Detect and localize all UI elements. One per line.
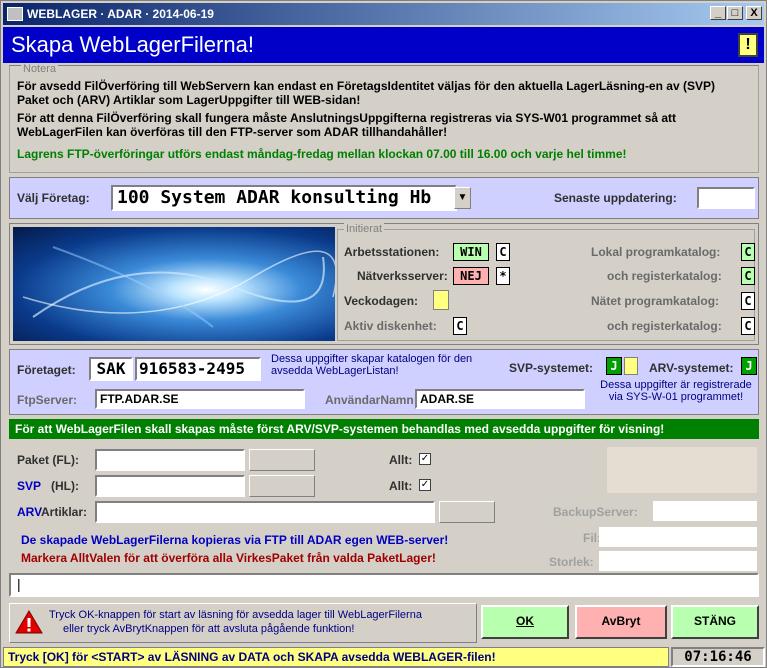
paket-aux-field: [249, 449, 315, 471]
window-title: WEBLAGER · ADAR · 2014-06-19: [27, 7, 214, 21]
paket-label: Paket (FL):: [17, 453, 80, 467]
swirl-graphic: [22, 246, 338, 328]
artiklar-label: Artiklar:: [41, 505, 88, 519]
alert-icon[interactable]: !: [738, 33, 758, 57]
company-orgnr: 916583-2495: [135, 357, 261, 381]
storlek-label: Storlek:: [549, 555, 594, 569]
notera-legend: Notera: [21, 63, 59, 75]
arv-system-value: J: [741, 357, 757, 375]
ok-button[interactable]: OK: [481, 605, 569, 639]
nat-reg-value: C: [741, 317, 755, 335]
info-blue: De skapade WebLagerFilerna kopieras via …: [21, 533, 449, 547]
stang-button[interactable]: STÄNG: [671, 605, 759, 639]
arv-label: ARV: [17, 505, 43, 519]
company-code: SAK: [89, 357, 133, 381]
natverk-value: NEJ: [453, 267, 489, 285]
close-button[interactable]: X: [746, 6, 762, 20]
requirement-banner: För att WebLagerFilen skall skapas måste…: [9, 419, 759, 439]
aktiv-label: Aktiv diskenhet:: [344, 319, 437, 333]
svp-system-value: J: [606, 357, 622, 375]
svp-system-label: SVP-systemet:: [509, 361, 594, 375]
warning-icon: [15, 610, 43, 634]
foretaget-label: Företaget:: [17, 363, 76, 377]
lokal-prog-label: Lokal programkatalog:: [591, 245, 721, 259]
initierat-legend: Initierat: [344, 223, 385, 235]
progress-field: |: [9, 573, 759, 597]
last-update-field: [697, 187, 755, 209]
status-text: Tryck [OK] för <START> av LÄSNING av DAT…: [3, 647, 669, 667]
last-update-label: Senaste uppdatering:: [554, 191, 677, 205]
avbryt-button[interactable]: AvBryt: [575, 605, 667, 639]
backup-label: BackupServer:: [553, 505, 638, 519]
info-red: Markera AlltValen för att överföra alla …: [21, 551, 436, 565]
svp-system-flag: [624, 357, 638, 375]
paket-allt-checkbox[interactable]: ✓: [419, 453, 431, 465]
preview-box: [607, 447, 757, 493]
lokal-prog-value: C: [741, 243, 755, 261]
veckodag-field: [433, 290, 449, 310]
svp-label: SVP: [17, 479, 42, 493]
maximize-button[interactable]: □: [727, 6, 743, 20]
aktiv-value: C: [453, 317, 467, 335]
natverk-label: Nätverksserver:: [357, 269, 448, 283]
hl-label: (HL):: [51, 479, 79, 493]
arbetsstation-value: WIN: [453, 243, 489, 261]
nat-prog-label: Nätet programkatalog:: [591, 294, 720, 308]
company-select[interactable]: 100 System ADAR konsulting Hb: [111, 185, 457, 211]
storlek-field: [599, 551, 757, 571]
minimize-button[interactable]: _: [710, 6, 726, 20]
artiklar-aux-field: [439, 501, 495, 523]
user-label: AnvändarNamn:: [325, 393, 418, 407]
company-label: Välj Företag:: [17, 191, 90, 205]
veckodag-label: Veckodagen:: [344, 294, 419, 308]
paket-allt-label: Allt:: [389, 453, 413, 467]
arbetsstation-label: Arbetsstationen:: [344, 245, 440, 259]
catalog-note: Dessa uppgifter skapar katalogen för den…: [271, 353, 473, 377]
page-header: Skapa WebLagerFilerna! !: [3, 27, 764, 63]
main-window: WEBLAGER · ADAR · 2014-06-19 _ □ X Skapa…: [0, 0, 767, 668]
svp-allt-label: Allt:: [389, 479, 413, 493]
svp-allt-checkbox[interactable]: ✓: [419, 479, 431, 491]
arbetsstation-drive: C: [496, 243, 510, 261]
ftp-field: FTP.ADAR.SE: [95, 389, 305, 409]
svp-field[interactable]: [95, 475, 245, 497]
lokal-reg-label: och registerkatalog:: [607, 269, 722, 283]
artiklar-field[interactable]: [95, 501, 435, 523]
page-title: Skapa WebLagerFilerna!: [11, 32, 254, 57]
note-line-3: Lagrens FTP-överföringar utförs endast m…: [17, 147, 627, 161]
natverk-drive: *: [496, 267, 510, 285]
registered-note: Dessa uppgifter är registrerade via SYS-…: [600, 379, 752, 403]
warning-line-1: Tryck OK-knappen för start av läsning fö…: [49, 609, 422, 621]
user-field: ADAR.SE: [415, 389, 585, 409]
paket-field[interactable]: [95, 449, 245, 471]
app-icon: [7, 7, 23, 21]
lokal-reg-value: C: [741, 267, 755, 285]
ftp-label: FtpServer:: [17, 393, 78, 407]
nat-reg-label: och registerkatalog:: [607, 319, 722, 333]
arv-system-label: ARV-systemet:: [649, 361, 734, 375]
nat-prog-value: C: [741, 292, 755, 310]
swirl-image: [13, 227, 338, 341]
note-line-1: För avsedd FilÖverföring till WebServern…: [17, 79, 715, 107]
svp-aux-field: [249, 475, 315, 497]
note-line-2: För att denna FilÖverföring skall funger…: [17, 111, 677, 139]
warning-line-2: eller tryck AvBrytKnappen för att avslut…: [63, 623, 355, 635]
fil-field: [599, 527, 757, 547]
title-bar[interactable]: WEBLAGER · ADAR · 2014-06-19 _ □ X: [3, 3, 764, 25]
clock: 07:16:46: [671, 647, 765, 667]
chevron-down-icon[interactable]: ▼: [454, 187, 471, 209]
backup-field: [653, 501, 757, 521]
